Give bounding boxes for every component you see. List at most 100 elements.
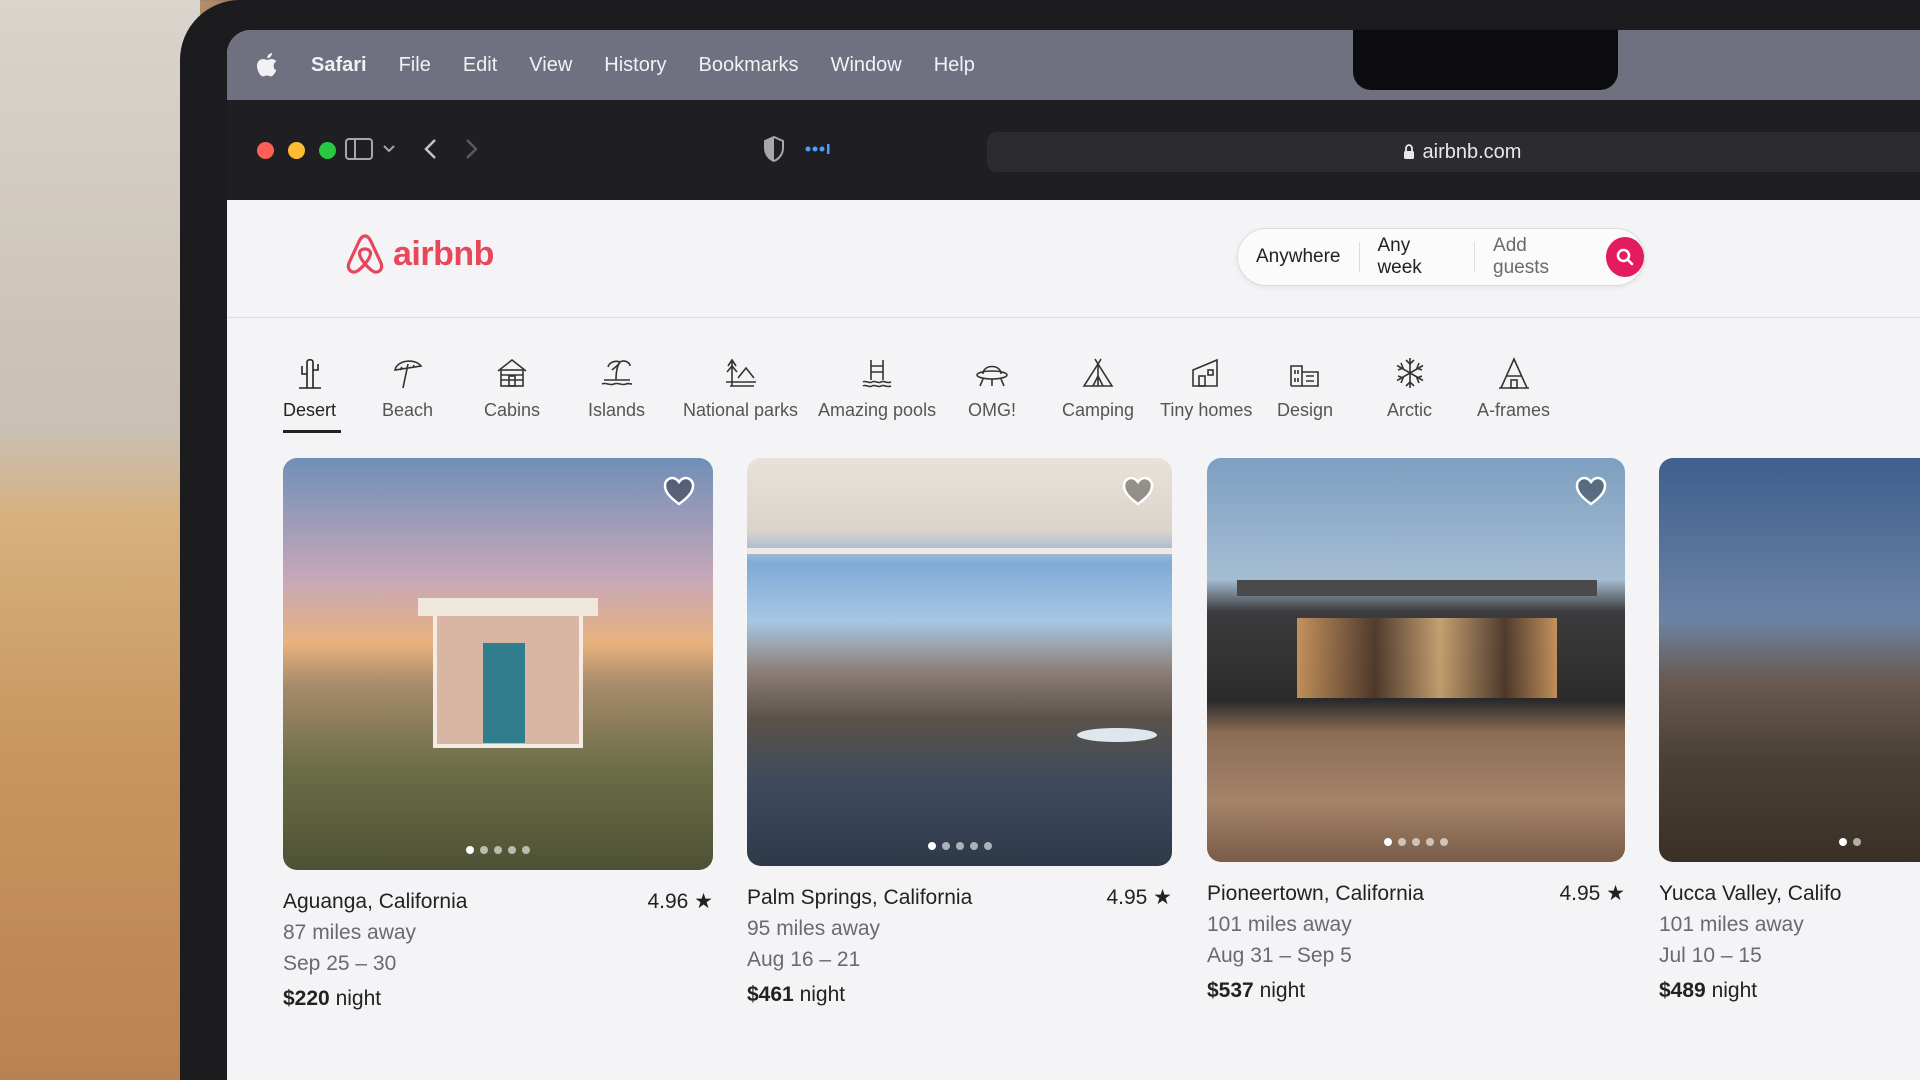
- design-icon: [1290, 365, 1319, 387]
- category-design[interactable]: Design: [1277, 356, 1333, 421]
- tent-icon: [1082, 358, 1114, 387]
- apple-logo-icon[interactable]: [257, 53, 279, 77]
- listing-card[interactable]: Palm Springs, California 4.95 ★ 95 miles…: [747, 458, 1172, 1010]
- category-a-frames[interactable]: A-frames: [1477, 356, 1550, 421]
- listing-distance: 101 miles away: [1659, 913, 1804, 936]
- category-label: Beach: [382, 400, 434, 420]
- category-label: Design: [1277, 400, 1334, 420]
- photo-pagination: [466, 846, 530, 854]
- listing-price: $461 night: [747, 979, 1172, 1010]
- search-bar[interactable]: Anywhere Any week Add guests: [1237, 228, 1645, 286]
- listing-photo[interactable]: [283, 458, 713, 870]
- search-button[interactable]: [1605, 237, 1644, 277]
- airbnb-belo-icon: [346, 234, 384, 274]
- search-when[interactable]: Any week: [1359, 235, 1474, 278]
- menu-help[interactable]: Help: [934, 54, 975, 77]
- listing-rating: 4.95 ★: [1559, 882, 1625, 905]
- photo-pagination: [1839, 838, 1861, 846]
- category-cabins[interactable]: Cabins: [484, 356, 540, 421]
- cabin-roof: [418, 598, 598, 616]
- category-label: OMG!: [968, 400, 1016, 420]
- interior-window-frame: [747, 548, 1172, 554]
- listing-card[interactable]: Yucca Valley, Califo 101 miles away Jul …: [1659, 458, 1920, 1006]
- listing-photo[interactable]: [1207, 458, 1625, 862]
- listing-dates: Sep 25 – 30: [283, 952, 397, 975]
- category-beach[interactable]: Beach: [382, 356, 433, 421]
- category-amazing-pools[interactable]: Amazing pools: [818, 356, 936, 421]
- listing-info: Palm Springs, California 4.95 ★ 95 miles…: [747, 882, 1172, 1010]
- tiny-home-icon: [1192, 358, 1218, 387]
- pool-icon: [862, 360, 892, 388]
- menu-edit[interactable]: Edit: [463, 54, 497, 77]
- a-frame-icon: [1498, 357, 1529, 389]
- menu-window[interactable]: Window: [831, 54, 902, 77]
- category-tiny-homes[interactable]: Tiny homes: [1160, 356, 1252, 421]
- price-unit: night: [335, 987, 382, 1010]
- listing-distance: 95 miles away: [747, 917, 881, 940]
- password-extension-icon[interactable]: [805, 144, 831, 154]
- category-islands[interactable]: Islands: [588, 356, 645, 421]
- island-icon: [601, 360, 632, 386]
- category-desert[interactable]: Desert: [283, 356, 336, 421]
- active-category-underline: [283, 430, 341, 433]
- heart-icon[interactable]: [663, 476, 695, 506]
- listings-grid: Aguanga, California 4.96 ★ 87 miles away…: [227, 458, 1920, 1058]
- listing-info: Yucca Valley, Califo 101 miles away Jul …: [1659, 878, 1919, 1006]
- browser-toolbar: airbnb.com: [227, 100, 1920, 200]
- chevron-down-icon[interactable]: [383, 144, 395, 154]
- heart-icon[interactable]: [1122, 476, 1154, 506]
- back-arrow-icon[interactable]: [423, 138, 437, 160]
- listing-card[interactable]: Pioneertown, California 4.95 ★ 101 miles…: [1207, 458, 1625, 1006]
- heart-icon[interactable]: [1575, 476, 1607, 506]
- minimize-window-button[interactable]: [288, 141, 305, 159]
- photo-pagination: [1384, 838, 1448, 846]
- category-label: Camping: [1062, 400, 1135, 420]
- search-guests[interactable]: Add guests: [1475, 235, 1602, 278]
- listing-info: Pioneertown, California 4.95 ★ 101 miles…: [1207, 878, 1625, 1006]
- price-unit: night: [1711, 979, 1758, 1002]
- listing-dates: Jul 10 – 15: [1659, 944, 1762, 967]
- camera-notch: [1353, 30, 1618, 90]
- listing-location: Yucca Valley, Califo: [1659, 882, 1842, 905]
- menu-view[interactable]: View: [529, 54, 572, 77]
- listing-photo[interactable]: [1659, 458, 1920, 862]
- zoom-window-button[interactable]: [319, 141, 336, 159]
- privacy-shield-icon[interactable]: [763, 136, 785, 162]
- photo-pagination: [927, 842, 992, 850]
- national-park-icon: [725, 358, 756, 387]
- logo-text: airbnb: [393, 234, 494, 273]
- listing-distance: 87 miles away: [283, 921, 417, 944]
- price-amount: $537: [1207, 979, 1254, 1002]
- background-room: [0, 0, 200, 1080]
- category-camping[interactable]: Camping: [1062, 356, 1134, 421]
- listing-price: $537 night: [1207, 975, 1625, 1006]
- price-amount: $489: [1659, 979, 1706, 1002]
- listing-photo[interactable]: [747, 458, 1172, 866]
- menu-bookmarks[interactable]: Bookmarks: [699, 54, 799, 77]
- menu-file[interactable]: File: [399, 54, 431, 77]
- listing-rating: 4.95 ★: [1106, 886, 1172, 909]
- category-label: Amazing pools: [818, 400, 937, 420]
- menu-history[interactable]: History: [604, 54, 666, 77]
- category-label: Desert: [283, 400, 337, 420]
- category-national-parks[interactable]: National parks: [683, 356, 798, 421]
- lock-icon: [1403, 144, 1414, 159]
- search-where[interactable]: Anywhere: [1238, 242, 1359, 272]
- category-arctic[interactable]: Arctic: [1387, 356, 1432, 421]
- sidebar-toggle-icon[interactable]: [345, 138, 373, 160]
- beach-umbrella-icon: [393, 360, 422, 389]
- close-window-button[interactable]: [257, 141, 274, 159]
- category-omg[interactable]: OMG!: [968, 356, 1016, 421]
- forward-arrow-icon[interactable]: [465, 138, 479, 160]
- listing-dates: Aug 16 – 21: [747, 948, 861, 971]
- menu-app-name[interactable]: Safari: [311, 54, 367, 77]
- category-label: Islands: [588, 400, 646, 420]
- airbnb-logo[interactable]: airbnb: [345, 232, 494, 276]
- address-bar[interactable]: airbnb.com: [987, 132, 1920, 172]
- category-label: Cabins: [484, 400, 541, 420]
- price-unit: night: [799, 983, 846, 1006]
- listing-card[interactable]: Aguanga, California 4.96 ★ 87 miles away…: [283, 458, 713, 1014]
- price-amount: $220: [283, 987, 330, 1010]
- window-controls: [257, 141, 336, 159]
- house-roof: [1237, 580, 1597, 596]
